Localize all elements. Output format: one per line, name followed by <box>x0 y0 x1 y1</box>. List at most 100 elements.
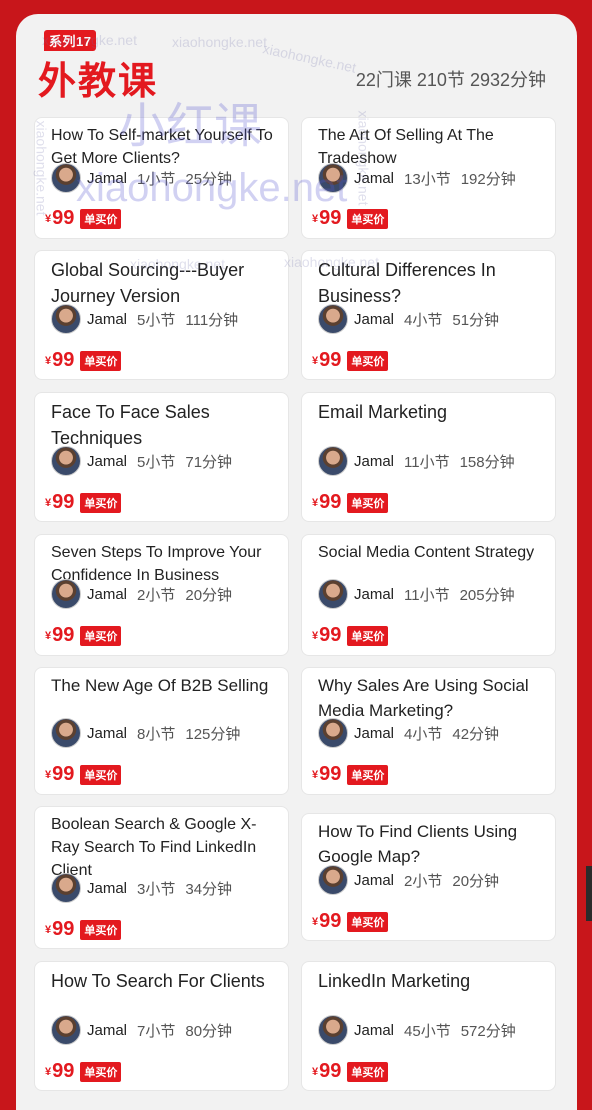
duration: 111分钟 <box>185 311 239 329</box>
price-amount: 99 <box>319 624 342 646</box>
price-amount: 99 <box>52 1060 75 1082</box>
course-card[interactable]: How To Search For Clients Jamal 7小节 80分钟 ¥99… <box>34 961 289 1091</box>
course-title: Social Media Content Strategy <box>318 544 535 561</box>
watermark-text: xiaohongke.net <box>284 254 379 270</box>
course-meta: Jamal 11小节 158分钟 <box>318 446 515 476</box>
course-title: Email Marketing <box>318 402 448 422</box>
duration: 71分钟 <box>185 453 233 471</box>
section-count: 13小节 <box>404 170 451 188</box>
watermark-text: xiaohongke.net <box>33 120 50 216</box>
course-meta: Jamal 4小节 51分钟 <box>318 304 499 334</box>
course-title: The New Age Of B2B Selling <box>51 676 269 695</box>
price-amount: 99 <box>319 1060 342 1082</box>
avatar <box>51 1015 81 1045</box>
buy-single-tag[interactable]: 单买价 <box>347 911 389 932</box>
price-row: ¥99 单买价 <box>45 349 122 372</box>
course-card[interactable]: LinkedIn Marketing Jamal 45小节 572分钟 ¥99 单买价 <box>301 961 556 1091</box>
course-card[interactable]: Seven Steps To Improve Your Confidence I… <box>34 534 289 656</box>
buy-single-tag[interactable]: 单买价 <box>347 350 389 371</box>
section-count: 45小节 <box>404 1022 451 1040</box>
course-title: How To Search For Clients <box>51 971 265 991</box>
duration: 572分钟 <box>460 1022 516 1040</box>
buy-single-tag[interactable]: 单买价 <box>80 350 122 371</box>
currency-symbol: ¥ <box>45 923 52 936</box>
price-amount: 99 <box>52 624 75 646</box>
course-card[interactable]: How To Find Clients Using Google Map? Jam… <box>301 813 556 941</box>
watermark-text: xiaohongke.net <box>42 32 137 48</box>
section-count: 3小节 <box>137 880 176 898</box>
currency-symbol: ¥ <box>45 1065 52 1078</box>
course-title: Face To Face Sales Techniques <box>51 402 210 449</box>
course-title: Why Sales Are Using Social Media Marketi… <box>318 676 529 720</box>
course-title: How To Find Clients Using Google Map? <box>318 822 518 866</box>
buy-single-tag[interactable]: 单买价 <box>347 764 389 785</box>
price-row: ¥99 单买价 <box>312 910 389 933</box>
avatar <box>51 304 81 334</box>
price-amount: 99 <box>52 207 75 229</box>
author-name: Jamal <box>354 1021 395 1039</box>
section-count: 7小节 <box>137 1022 176 1040</box>
course-card[interactable]: Social Media Content Strategy Jamal 11小节 20… <box>301 534 556 656</box>
buy-single-tag[interactable]: 单买价 <box>80 919 122 940</box>
currency-symbol: ¥ <box>312 496 319 509</box>
watermark-large-en: xiaohongke.net <box>76 166 348 210</box>
course-meta: Jamal 13小节 192分钟 <box>318 163 516 193</box>
section-count: 11小节 <box>404 453 450 471</box>
course-meta: Jamal 4小节 42分钟 <box>318 718 499 748</box>
buy-single-tag[interactable]: 单买价 <box>80 764 122 785</box>
duration: 192分钟 <box>460 170 516 188</box>
course-meta: Jamal 7小节 80分钟 <box>51 1015 232 1045</box>
course-meta: Jamal 8小节 125分钟 <box>51 718 240 748</box>
author-name: Jamal <box>87 310 128 328</box>
watermark-text: xiaohongke.net <box>172 34 267 50</box>
price-amount: 99 <box>319 491 342 513</box>
currency-symbol: ¥ <box>312 212 319 225</box>
course-card[interactable]: Boolean Search & Google X-Ray Search To … <box>34 806 289 949</box>
course-card[interactable]: Email Marketing Jamal 11小节 158分钟 ¥99 单买价 <box>301 392 556 522</box>
price-amount: 99 <box>319 349 342 371</box>
buy-single-tag[interactable]: 单买价 <box>80 1061 122 1082</box>
buy-single-tag[interactable]: 单买价 <box>347 1061 389 1082</box>
buy-single-tag[interactable]: 单买价 <box>80 625 122 646</box>
currency-symbol: ¥ <box>45 354 52 367</box>
currency-symbol: ¥ <box>45 629 52 642</box>
buy-single-tag[interactable]: 单买价 <box>347 625 389 646</box>
section-count: 4小节 <box>404 725 443 743</box>
buy-single-tag[interactable]: 单买价 <box>80 208 122 229</box>
avatar <box>318 304 348 334</box>
duration: 34分钟 <box>185 880 233 898</box>
section-count: 5小节 <box>137 453 176 471</box>
avatar <box>318 1015 348 1045</box>
price-amount: 99 <box>319 763 342 785</box>
currency-symbol: ¥ <box>312 354 319 367</box>
author-name: Jamal <box>87 879 128 897</box>
buy-single-tag[interactable]: 单买价 <box>347 492 389 513</box>
price-amount: 99 <box>52 918 75 940</box>
course-meta: Jamal 5小节 111分钟 <box>51 304 238 334</box>
currency-symbol: ¥ <box>312 629 319 642</box>
price-row: ¥99 单买价 <box>45 624 122 647</box>
avatar <box>318 446 348 476</box>
course-card[interactable]: Face To Face Sales Techniques Jamal 5小节 71分… <box>34 392 289 522</box>
currency-symbol: ¥ <box>312 1065 319 1078</box>
currency-symbol: ¥ <box>45 496 52 509</box>
buy-single-tag[interactable]: 单买价 <box>80 492 122 513</box>
scrollbar[interactable] <box>586 866 592 921</box>
course-card[interactable]: The New Age Of B2B Selling Jamal 8小节 125分钟 ¥… <box>34 667 289 795</box>
course-meta: Jamal 3小节 34分钟 <box>51 873 232 903</box>
avatar <box>318 718 348 748</box>
duration: 42分钟 <box>452 725 500 743</box>
duration: 51分钟 <box>452 311 500 329</box>
avatar <box>51 446 81 476</box>
author-name: Jamal <box>354 585 395 603</box>
section-count: 11小节 <box>404 586 450 604</box>
duration: 158分钟 <box>459 453 515 471</box>
section-count: 8小节 <box>137 725 176 743</box>
section-count: 2小节 <box>404 872 443 890</box>
course-card[interactable]: Why Sales Are Using Social Media Marketi… <box>301 667 556 795</box>
author-name: Jamal <box>354 452 395 470</box>
price-row: ¥99 单买价 <box>312 763 389 786</box>
buy-single-tag[interactable]: 单买价 <box>347 208 389 229</box>
price-amount: 99 <box>52 349 75 371</box>
course-meta: Jamal 2小节 20分钟 <box>318 865 499 895</box>
